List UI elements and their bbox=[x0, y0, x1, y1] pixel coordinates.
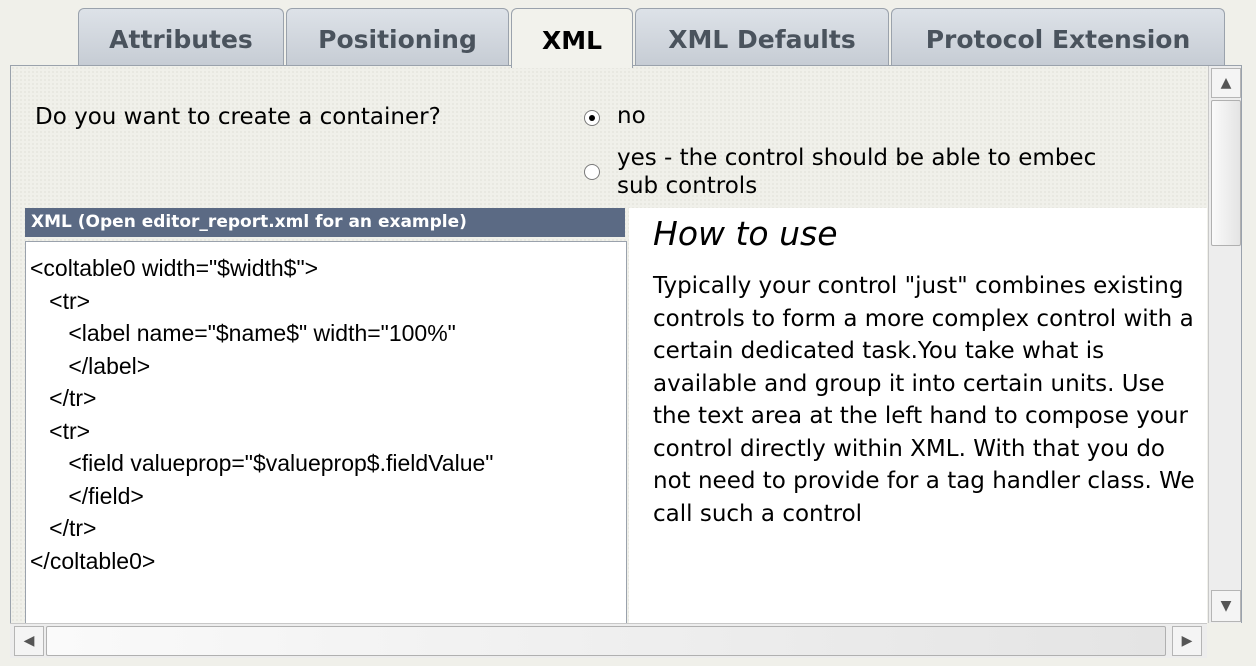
tab-attributes[interactable]: Attributes bbox=[78, 8, 284, 66]
xml-tab-panel: Do you want to create a container? no ye… bbox=[10, 65, 1242, 658]
help-body: Typically your control "just" combines e… bbox=[653, 273, 1195, 527]
tab-bar: Attributes Positioning XML XML Defaults … bbox=[78, 8, 1227, 68]
radio-yes[interactable] bbox=[584, 164, 600, 180]
tab-xml[interactable]: XML bbox=[511, 8, 633, 68]
scroll-corner bbox=[1207, 623, 1242, 658]
container-question-label: Do you want to create a container? bbox=[35, 104, 441, 130]
right-arrow-icon[interactable]: ▶ bbox=[1172, 626, 1202, 656]
help-title: How to use bbox=[653, 214, 838, 253]
tab-protocol-extension[interactable]: Protocol Extension bbox=[891, 8, 1225, 66]
vertical-scrollbar[interactable]: ▲ ▼ bbox=[1208, 66, 1241, 624]
xml-editor-content[interactable]: <coltable0 width="$width$"> <tr> <label … bbox=[26, 242, 626, 577]
left-arrow-icon[interactable]: ◀ bbox=[14, 626, 44, 656]
down-arrow-icon[interactable]: ▼ bbox=[1211, 590, 1241, 622]
tab-positioning[interactable]: Positioning bbox=[286, 8, 509, 66]
tab-xml-defaults[interactable]: XML Defaults bbox=[635, 8, 889, 66]
horizontal-scroll-thumb[interactable] bbox=[46, 626, 1166, 656]
radio-no-label[interactable]: no bbox=[617, 102, 646, 130]
help-panel: How to use Typically your control "just"… bbox=[629, 208, 1207, 657]
xml-editor[interactable]: <coltable0 width="$width$"> <tr> <label … bbox=[25, 241, 627, 657]
vertical-scroll-thumb[interactable] bbox=[1211, 100, 1241, 246]
radio-no[interactable] bbox=[584, 110, 600, 126]
up-arrow-icon[interactable]: ▲ bbox=[1211, 68, 1241, 98]
horizontal-scrollbar[interactable]: ◀ ▶ bbox=[10, 623, 1207, 658]
xml-editor-header: XML (Open editor_report.xml for an examp… bbox=[25, 208, 625, 237]
radio-yes-label[interactable]: yes - the control should be able to embe… bbox=[617, 144, 1217, 200]
